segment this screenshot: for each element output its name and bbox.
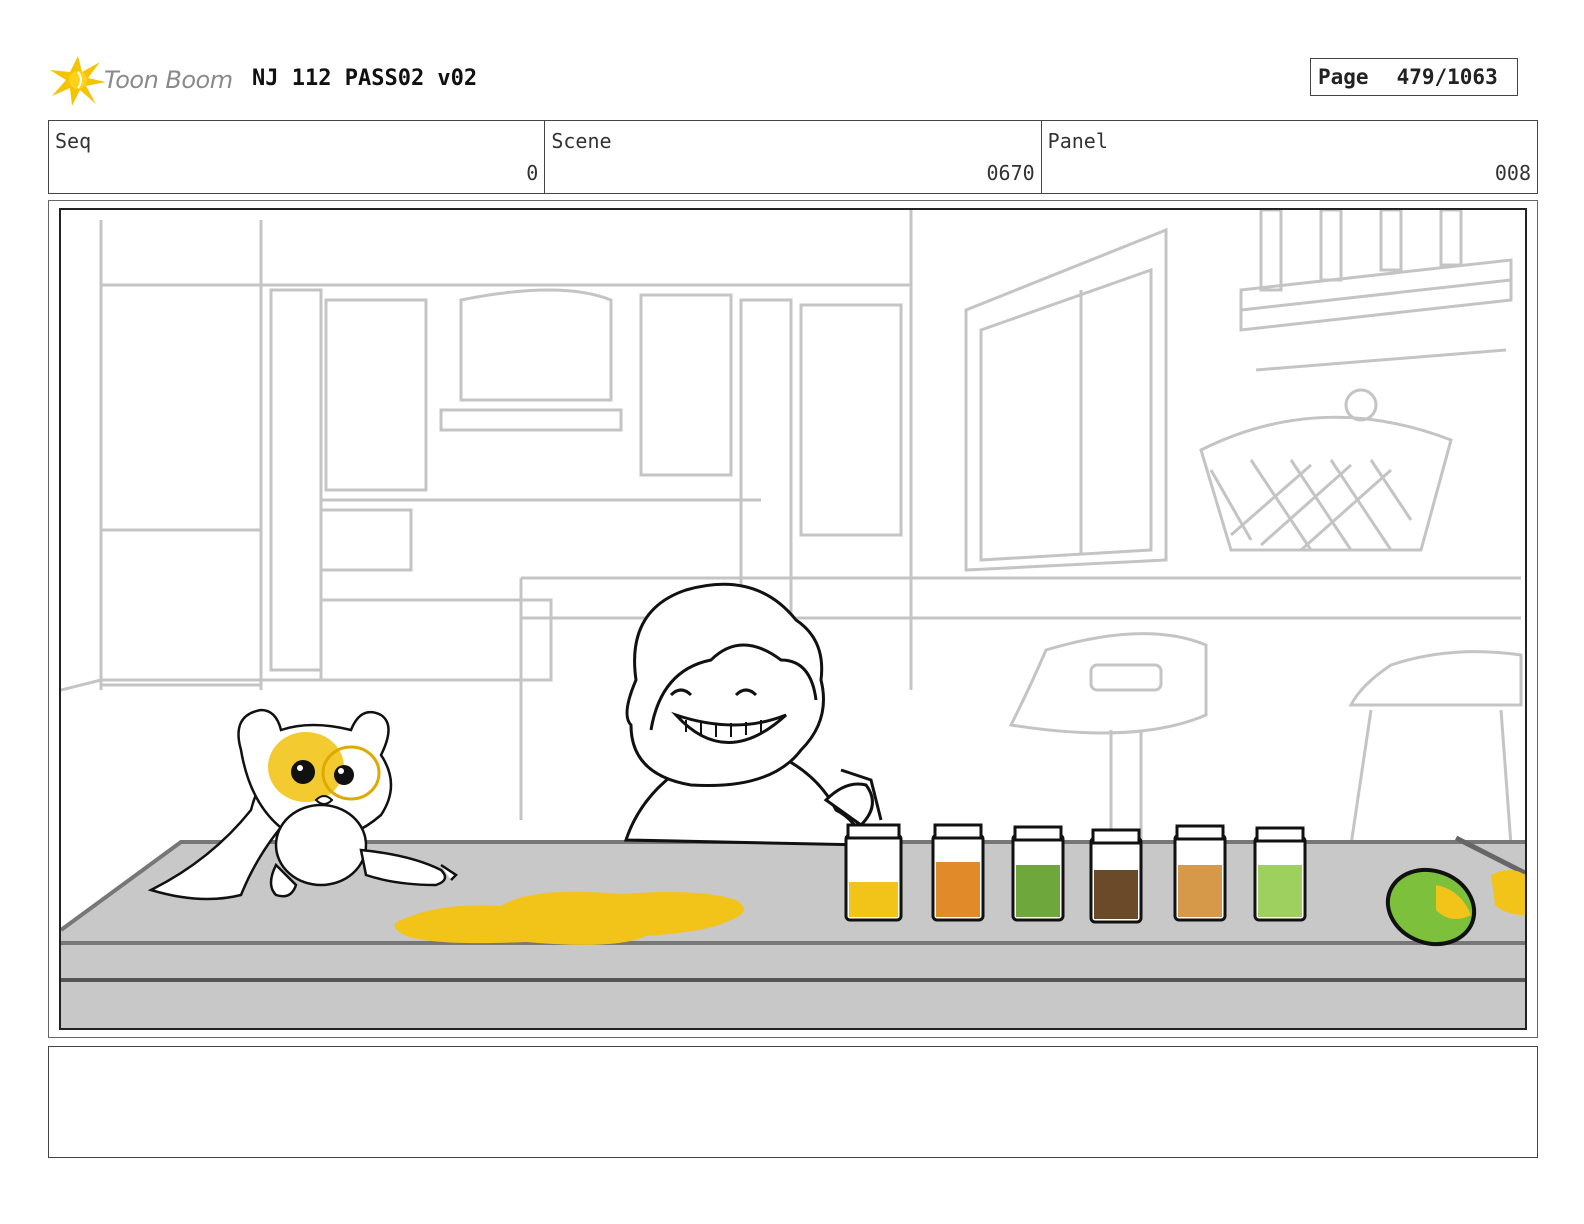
page-indicator: Page 479/1063	[1310, 58, 1518, 96]
kitchen-scene-illustration	[61, 210, 1525, 1028]
panel-cell: Panel 008	[1042, 121, 1537, 193]
seq-value: 0	[526, 161, 539, 185]
document-title: NJ 112 PASS02 v02	[252, 66, 478, 91]
girl-character	[623, 582, 883, 847]
page-number: 479/1063	[1396, 65, 1498, 89]
panel-value: 008	[1494, 161, 1531, 185]
scene-cell: Scene 0670	[545, 121, 1042, 193]
toon-boom-logo: Toon Boom	[48, 52, 238, 106]
sun-burst-icon	[50, 56, 106, 106]
scene-label: Scene	[551, 129, 612, 153]
panel-notes-box	[48, 1046, 1538, 1158]
seq-label: Seq	[55, 129, 92, 153]
logo-wordmark: Toon Boom	[104, 66, 233, 94]
page-label: Page	[1318, 65, 1369, 89]
scene-value: 0670	[986, 161, 1035, 185]
panel-info-row: Seq 0 Scene 0670 Panel 008	[48, 120, 1538, 194]
page-header: Toon Boom NJ 112 PASS02 v02 Page 479/1063	[48, 48, 1538, 110]
storyboard-panel-frame	[48, 200, 1538, 1038]
seq-cell: Seq 0	[49, 121, 546, 193]
panel-label: Panel	[1047, 129, 1108, 153]
storyboard-drawing	[59, 208, 1527, 1030]
